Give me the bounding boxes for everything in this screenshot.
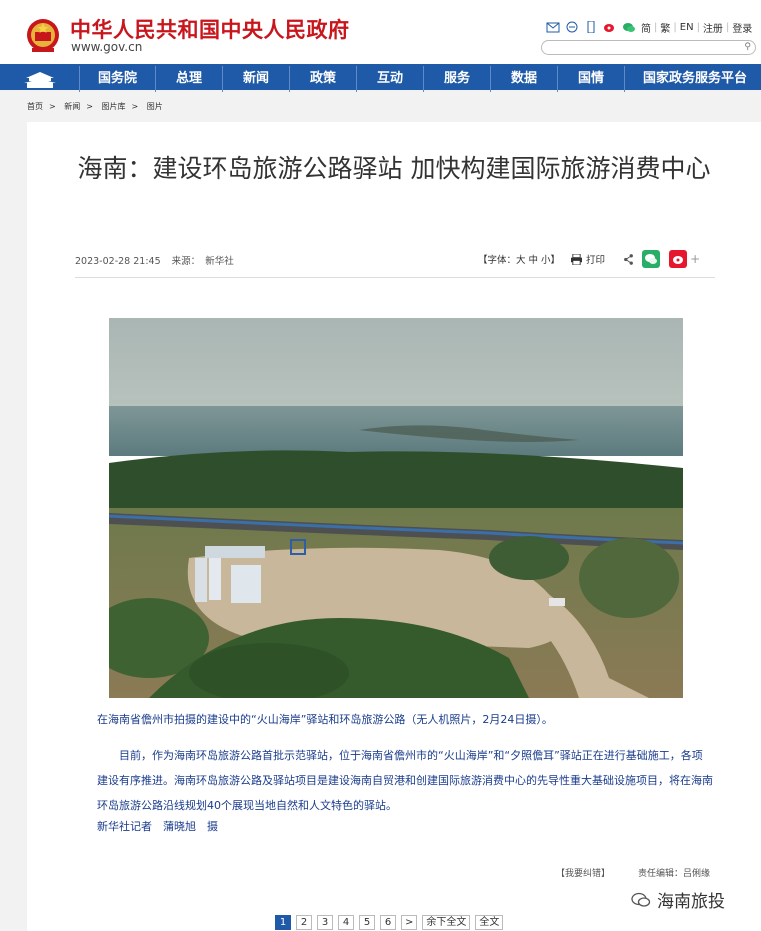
nav-premier[interactable]: 总理 <box>156 66 223 92</box>
weibo-share-icon[interactable] <box>669 250 688 268</box>
nav-gov-service-platform[interactable]: 国家政务服务平台 <box>625 66 751 92</box>
article-paragraph: 目前，作为海南环岛旅游公路首批示范驿站，位于海南省儋州市的“火山海岸”和“夕照儋… <box>97 749 713 812</box>
nav-interaction[interactable]: 互动 <box>357 66 424 92</box>
full-text-button[interactable]: 全文 <box>475 915 504 930</box>
header-tools: 简 | 繁 | EN | 注册 | 登录 <box>546 19 752 35</box>
page-2[interactable]: 2 <box>296 915 312 930</box>
nav-state-council[interactable]: 国务院 <box>80 66 156 92</box>
page-5[interactable]: 5 <box>359 915 375 930</box>
breadcrumb-news[interactable]: 新闻 <box>64 102 80 111</box>
page-1[interactable]: 1 <box>275 915 291 930</box>
meta-divider <box>75 277 715 278</box>
nav-data[interactable]: 数据 <box>491 66 558 92</box>
responsible-editor: 责任编辑：吕俐缘 <box>638 869 711 879</box>
wechat-icon[interactable] <box>622 21 636 33</box>
print-icon[interactable] <box>570 253 583 265</box>
mail-icon[interactable] <box>546 21 560 33</box>
nav-services[interactable]: 服务 <box>424 66 491 92</box>
top-header: 中华人民共和国中央人民政府 www.gov.cn 简 | 繁 | EN | 注册… <box>0 0 761 64</box>
article-meta: 2023-02-28 21:45 来源： 新华社 <box>75 253 242 267</box>
nav-national-info[interactable]: 国情 <box>558 66 625 92</box>
article-photo[interactable] <box>109 318 683 698</box>
article-title: 海南：建设环岛旅游公路驿站 加快构建国际旅游消费中心 <box>77 154 711 183</box>
font-size-selector[interactable]: 【字体：大 中 小】 <box>478 252 560 266</box>
next-page-button[interactable]: > <box>401 915 418 930</box>
tool-simplified[interactable]: 简 <box>641 20 651 35</box>
tool-register[interactable]: 注册 <box>703 20 723 35</box>
nav-policy[interactable]: 政策 <box>290 66 357 92</box>
message-icon[interactable] <box>565 21 579 33</box>
breadcrumb-gallery[interactable]: 图片库 <box>102 102 126 111</box>
page-6[interactable]: 6 <box>380 915 396 930</box>
share-icon[interactable] <box>623 253 634 265</box>
breadcrumb-pictures[interactable]: 图片 <box>147 102 163 111</box>
print-button[interactable]: 打印 <box>586 252 605 266</box>
nav-home[interactable] <box>0 66 80 92</box>
tool-english[interactable]: EN <box>680 22 694 33</box>
weibo-icon[interactable] <box>603 21 617 33</box>
source-name: 新华社 <box>205 256 234 267</box>
pagination: 1 2 3 4 5 6 > 余下全文 全文 <box>275 915 508 930</box>
nav-news[interactable]: 新闻 <box>223 66 290 92</box>
photo-caption: 在海南省儋州市拍摄的建设中的“火山海岸”驿站和环岛旅游公路（无人机照片，2月24… <box>97 713 553 726</box>
site-url: www.gov.cn <box>71 40 143 54</box>
source-label: 来源： <box>171 256 201 267</box>
tiananmen-icon <box>24 72 56 88</box>
photo-credit: 新华社记者 蒲晓旭 摄 <box>97 820 218 833</box>
report-error-link[interactable]: 【我要纠错】 <box>556 866 610 879</box>
publish-date: 2023-02-28 21:45 <box>75 256 161 267</box>
article-card: 海南：建设环岛旅游公路驿站 加快构建国际旅游消费中心 2023-02-28 21… <box>27 122 761 931</box>
mobile-icon[interactable] <box>584 21 598 33</box>
search-icon[interactable]: ⚲ <box>744 42 751 52</box>
tool-traditional[interactable]: 繁 <box>660 20 670 35</box>
more-share-icon[interactable]: + <box>690 252 700 266</box>
page-3[interactable]: 3 <box>317 915 333 930</box>
national-emblem-icon <box>27 19 59 52</box>
rest-full-text-button[interactable]: 余下全文 <box>422 915 471 930</box>
tool-login[interactable]: 登录 <box>732 20 752 35</box>
watermark: 海南旅投 <box>631 887 725 912</box>
main-nav: 国务院 总理 新闻 政策 互动 服务 数据 国情 国家政务服务平台 <box>0 64 761 92</box>
wechat-share-icon[interactable] <box>642 250 661 268</box>
breadcrumb-home[interactable]: 首页 <box>27 102 43 111</box>
article-tools: 【字体：大 中 小】 打印 + <box>478 250 700 268</box>
page-4[interactable]: 4 <box>338 915 354 930</box>
watermark-text: 海南旅投 <box>657 892 725 912</box>
breadcrumb: 首页 > 新闻 > 图片库 > 图片 <box>27 102 163 111</box>
wechat-watermark-icon <box>631 892 651 907</box>
search-input[interactable]: ⚲ <box>541 40 756 55</box>
